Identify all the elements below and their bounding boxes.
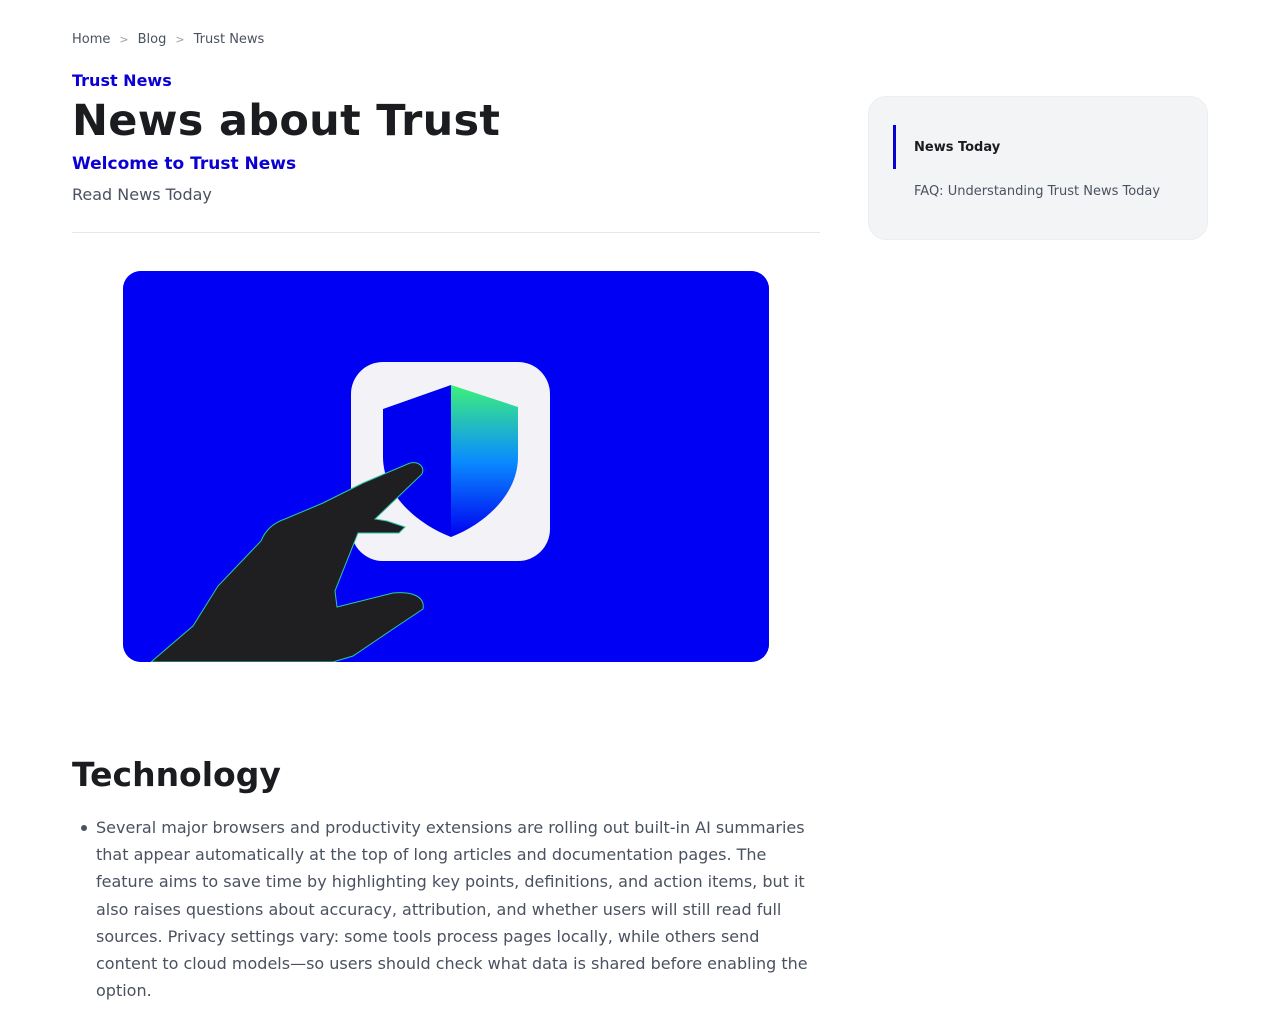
toc-item-faq[interactable]: FAQ: Understanding Trust News Today bbox=[893, 169, 1160, 213]
hero-image bbox=[123, 271, 769, 662]
breadcrumb: Home > Blog > Trust News bbox=[72, 32, 264, 47]
toc-item-news-today[interactable]: News Today bbox=[893, 125, 1000, 169]
table-of-contents: News Today FAQ: Understanding Trust News… bbox=[868, 96, 1208, 240]
hero-illustration bbox=[123, 271, 769, 662]
breadcrumb-separator: > bbox=[119, 33, 129, 46]
page: Home > Blog > Trust News Trust News News… bbox=[0, 0, 1280, 1024]
breadcrumb-home-link[interactable]: Home bbox=[72, 32, 110, 47]
breadcrumb-blog-link[interactable]: Blog bbox=[138, 32, 167, 47]
article-lead: Read News Today bbox=[72, 185, 212, 204]
page-title: News about Trust bbox=[72, 96, 501, 146]
bullet-list: Several major browsers and productivity … bbox=[72, 814, 820, 1004]
list-item: Several major browsers and productivity … bbox=[72, 814, 820, 1004]
article-subtitle: Welcome to Trust News bbox=[72, 154, 297, 174]
article-kicker: Trust News bbox=[72, 71, 172, 90]
section-title: Technology bbox=[72, 755, 281, 794]
breadcrumb-current: Trust News bbox=[193, 32, 265, 47]
header-divider bbox=[72, 232, 820, 233]
breadcrumb-separator: > bbox=[175, 33, 185, 46]
list-item-text: Several major browsers and productivity … bbox=[96, 818, 808, 1001]
bullet-icon bbox=[81, 825, 87, 831]
